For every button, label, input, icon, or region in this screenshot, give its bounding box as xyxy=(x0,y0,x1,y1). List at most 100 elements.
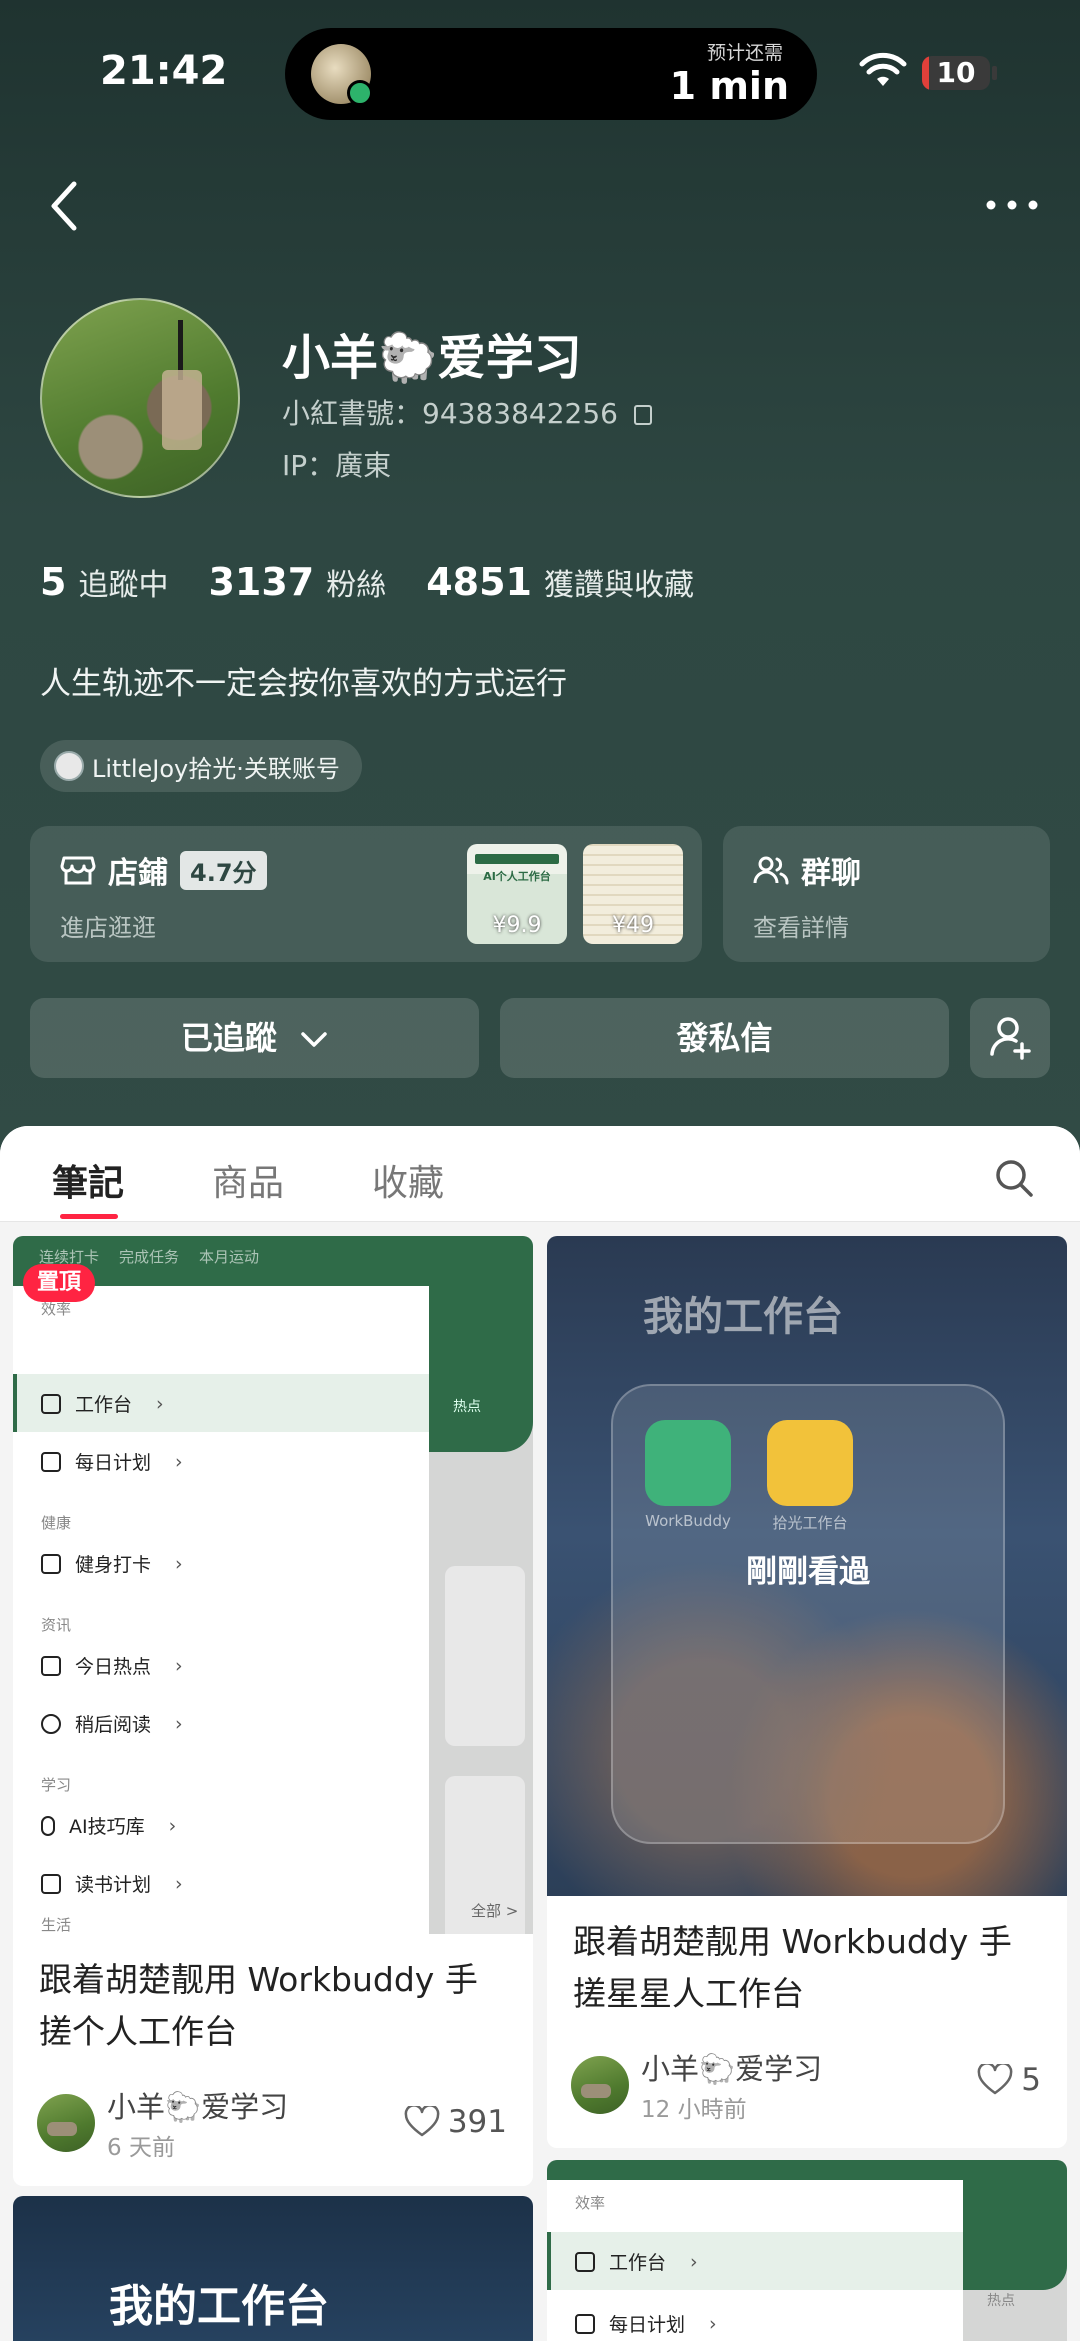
shop-title: 店鋪 xyxy=(108,856,168,891)
mock-section: 健康 xyxy=(41,1514,72,1532)
mock-item: 工作台 › xyxy=(41,1390,164,1417)
profile-stats: 5 追蹤中 3137 粉絲 4851 獲讚與收藏 xyxy=(40,560,694,604)
dynamic-island[interactable]: 预计还需 1 min xyxy=(285,28,817,120)
profile-id: 小紅書號：94383842256 xyxy=(282,397,618,430)
search-icon[interactable] xyxy=(994,1158,1034,1198)
profile-id-row[interactable]: 小紅書號：94383842256 xyxy=(282,392,652,432)
profile-avatar[interactable] xyxy=(40,298,240,498)
star-icon xyxy=(41,1655,61,1676)
author-name: 小羊🐑爱学习 xyxy=(641,2052,823,2086)
mock-item: AI技巧库 › xyxy=(41,1812,176,1839)
stat-followers[interactable]: 3137 粉絲 xyxy=(208,560,386,604)
profile-header: 21:42 预计还需 1 min 10 小羊🐑爱学习 小紅書號：94383842… xyxy=(0,0,1080,1160)
linked-account-logo-icon xyxy=(54,751,84,781)
mock-workspace-bg: 我的工作台 WorkBuddy 拾光工作台 剛剛看過 xyxy=(547,1236,1067,1896)
active-tab-indicator xyxy=(60,1214,118,1219)
product-price: ¥9.9 xyxy=(492,913,542,938)
thumbnail-header xyxy=(475,854,559,864)
shop-card[interactable]: 店鋪 4.7分 進店逛逛 AI个人工作台 ¥9.9 ¥49 xyxy=(30,826,702,962)
note-cover: 我的工作台 xyxy=(13,2196,533,2341)
product-label: AI个人工作台 xyxy=(483,870,551,883)
status-time: 21:42 xyxy=(100,48,228,94)
note-author[interactable]: 小羊🐑爱学习 6 天前 xyxy=(37,2084,288,2162)
mock-section: 学习 xyxy=(41,1776,72,1794)
send-message-button[interactable]: 發私信 xyxy=(500,998,949,1078)
mock-item: 读书计划 › xyxy=(41,1870,183,1897)
island-caption: 预计还需 xyxy=(706,42,783,64)
note-time: 6 天前 xyxy=(107,2135,175,2161)
shop-rating-badge: 4.7分 xyxy=(180,850,267,890)
dumbbell-icon xyxy=(41,1553,61,1574)
group-chat-card[interactable]: 群聊 查看詳情 xyxy=(723,826,1050,962)
like-count: 5 xyxy=(1021,2062,1041,2098)
workbuddy-app-icon xyxy=(645,1420,731,1506)
back-arrow-icon[interactable] xyxy=(44,178,84,234)
note-card[interactable]: 我的工作台 xyxy=(13,2196,533,2341)
mock-item: 工作台 › xyxy=(575,2248,698,2275)
content-sheet: 筆記 商品 收藏 连续打卡 完成任务 本月运动 热点 效率 工作台 › 每日计划 › xyxy=(0,1126,1080,2341)
note-card[interactable]: 连续打卡 完成任务 本月运动 热点 效率 工作台 › 每日计划 › 健康 健身打卡 ›… xyxy=(13,1236,533,2186)
store-icon xyxy=(60,856,96,885)
stat-following[interactable]: 5 追蹤中 xyxy=(40,560,168,604)
linked-account-label: LittleJoy拾光·关联账号 xyxy=(92,754,340,783)
product-thumbnail[interactable]: ¥49 xyxy=(583,844,683,944)
app-label: 拾光工作台 xyxy=(772,1514,848,1532)
avatar-cup xyxy=(162,370,202,450)
note-card[interactable]: 热点 效率 工作台 › 每日计划 › xyxy=(547,2160,1067,2341)
group-title: 群聊 xyxy=(801,856,861,891)
mock-heading: 我的工作台 xyxy=(109,2281,329,2332)
wifi-icon xyxy=(859,52,907,86)
mock-item: 今日热点 › xyxy=(41,1652,183,1679)
home-icon xyxy=(41,1393,61,1414)
note-cover: 热点 效率 工作台 › 每日计划 › xyxy=(547,2160,1067,2341)
stat-likes[interactable]: 4851 獲讚與收藏 xyxy=(426,560,694,604)
mock-section: 生活 xyxy=(41,1916,72,1934)
mock-item: 每日计划 › xyxy=(575,2310,717,2337)
profile-name: 小羊🐑爱学习 xyxy=(282,330,582,386)
note-time: 12 小時前 xyxy=(641,2097,747,2123)
more-options-icon[interactable] xyxy=(984,198,1040,212)
island-value: 1 min xyxy=(669,64,789,108)
add-friend-button[interactable] xyxy=(970,998,1050,1078)
mock-section: 效率 xyxy=(575,2194,606,2212)
like-count: 391 xyxy=(447,2104,507,2140)
mock-all-link: 全部 > xyxy=(471,1902,519,1920)
note-cover: 我的工作台 WorkBuddy 拾光工作台 剛剛看過 xyxy=(547,1236,1067,1896)
note-title: 跟着胡楚靓用 Workbuddy 手搓个人工作台 xyxy=(39,1960,478,2051)
island-app-badge-icon xyxy=(347,80,373,106)
like-button[interactable]: 391 xyxy=(404,2104,507,2140)
battery-icon: 10 xyxy=(922,56,990,90)
product-thumbnail[interactable]: AI个人工作台 ¥9.9 xyxy=(467,844,567,944)
note-title: 跟着胡楚靓用 Workbuddy 手搓星星人工作台 xyxy=(573,1922,1012,2013)
pinned-badge: 置頂 xyxy=(23,1264,96,1302)
note-card[interactable]: 我的工作台 WorkBuddy 拾光工作台 剛剛看過 跟着胡楚靓用 Workbu… xyxy=(547,1236,1067,2148)
note-author[interactable]: 小羊🐑爱学习 12 小時前 xyxy=(571,2046,822,2124)
battery-percent: 10 xyxy=(936,56,976,89)
tab-notes[interactable]: 筆記 xyxy=(52,1154,124,1206)
copy-icon[interactable] xyxy=(633,405,652,425)
mock-stat-label: 本月运动 xyxy=(199,1248,260,1266)
app-label: WorkBuddy xyxy=(645,1512,731,1530)
author-name: 小羊🐑爱学习 xyxy=(107,2090,289,2124)
linked-account-chip[interactable]: LittleJoy拾光·关联账号 xyxy=(40,740,362,792)
calendar-icon xyxy=(41,1451,61,1472)
pin-icon xyxy=(41,1815,55,1836)
note-cover: 连续打卡 完成任务 本月运动 热点 效率 工作台 › 每日计划 › 健康 健身打卡 ›… xyxy=(13,1236,533,1934)
tab-products[interactable]: 商品 xyxy=(212,1154,284,1206)
following-button[interactable]: 已追蹤 xyxy=(30,998,479,1078)
add-user-icon xyxy=(990,1017,1031,1060)
calendar-icon xyxy=(575,2313,595,2334)
product-price: ¥49 xyxy=(612,913,654,938)
author-avatar xyxy=(37,2094,95,2152)
group-title-row: 群聊 xyxy=(753,848,861,892)
home-icon xyxy=(575,2251,595,2272)
tab-favorites[interactable]: 收藏 xyxy=(372,1154,444,1206)
recently-viewed-label: 剛剛看過 xyxy=(746,1554,870,1590)
mock-side-card xyxy=(445,1566,525,1746)
mock-side-text: 热点 xyxy=(453,1399,481,1415)
mock-section: 资讯 xyxy=(41,1616,72,1634)
mock-item: 稍后阅读 › xyxy=(41,1710,183,1737)
battery-nub xyxy=(992,66,997,80)
author-avatar xyxy=(571,2056,629,2114)
like-button[interactable]: 5 xyxy=(977,2062,1041,2098)
